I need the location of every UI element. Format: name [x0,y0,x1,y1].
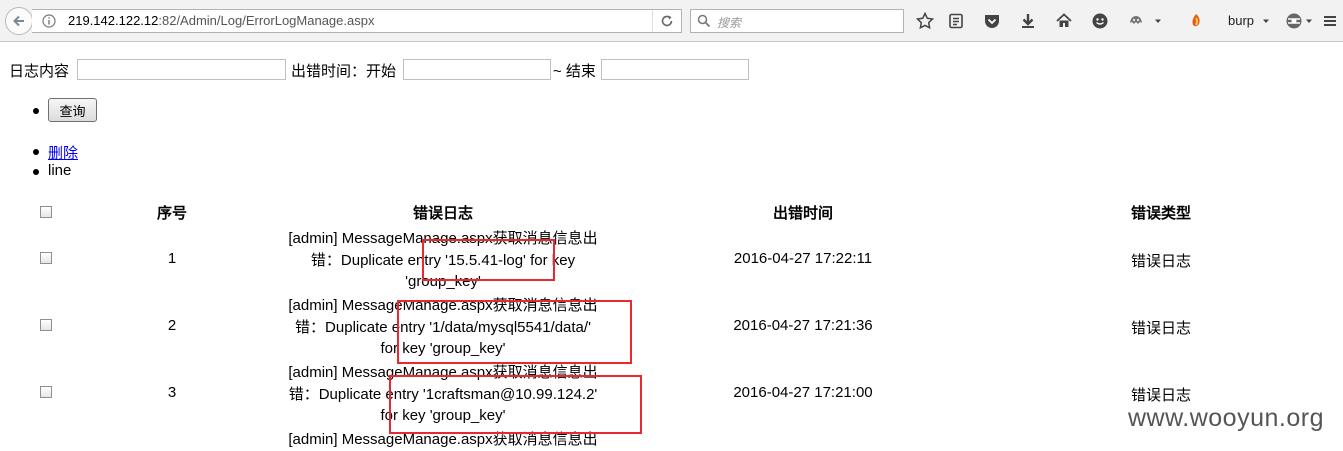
url-text[interactable]: 219.142.122.12:82/Admin/Log/ErrorLogMana… [68,13,374,28]
header-error-type: 错误类型 [1130,205,1191,222]
search-placeholder: 搜索 [717,16,742,30]
time-start-label: 出错时间：开始 [291,63,397,80]
log-content-label: 日志内容 [9,63,70,80]
header-error-log: 错误日志 [412,205,473,222]
time-start-input[interactable] [403,59,551,80]
highlight-box [397,300,632,364]
url-host: 219.142.122.12 [68,13,159,28]
query-button[interactable]: 查询 [48,98,97,122]
row-type: 错误日志 [1130,320,1191,337]
list-bullet [33,108,39,114]
back-arrow-icon [13,15,24,27]
row-index: 2 [167,317,177,334]
ghost-extension-icon[interactable] [1126,11,1146,31]
row-checkbox[interactable] [40,386,52,398]
address-bar[interactable]: 219.142.122.12:82/Admin/Log/ErrorLogMana… [32,9,682,33]
highlight-box [389,375,642,434]
list-bullet [33,149,39,155]
url-path: :82/Admin/Log/ErrorLogManage.aspx [158,13,375,28]
row-time: 2016-04-27 17:21:00 [733,384,873,401]
search-bar[interactable]: 搜索 [690,9,904,33]
time-end-input[interactable] [601,59,749,80]
time-end-label: ~ 结束 [553,63,596,80]
chevron-down-icon[interactable] [1260,11,1272,31]
row-index: 3 [167,384,177,401]
back-button[interactable] [5,7,33,35]
log-content-input[interactable] [77,59,286,80]
browser-toolbar: 219.142.122.12:82/Admin/Log/ErrorLogMana… [0,0,1343,42]
delete-link[interactable]: 删除 [48,142,78,163]
chevron-down-icon[interactable] [1303,11,1315,31]
search-icon [697,14,711,28]
hello-chat-icon[interactable] [1090,11,1110,31]
reload-button[interactable] [652,10,681,32]
bookmark-star-icon[interactable] [915,11,935,31]
list-bullet [33,169,39,175]
reading-list-icon[interactable] [946,11,966,31]
info-icon[interactable] [42,14,56,28]
pocket-icon[interactable] [982,11,1002,31]
home-icon[interactable] [1054,11,1074,31]
firebug-icon[interactable] [1186,11,1206,31]
error-log-page: 日志内容 出错时间：开始 ~ 结束 查询 删除 line 序号 错误日志 出错时… [0,42,1343,450]
download-icon[interactable] [1018,11,1038,31]
chevron-down-icon[interactable] [1152,11,1164,31]
row-index: 1 [167,250,177,267]
row-checkbox[interactable] [40,319,52,331]
header-index: 序号 [156,205,187,222]
watermark: www.wooyun.org [1128,404,1324,432]
row-type: 错误日志 [1130,387,1191,404]
highlight-box [422,239,555,281]
row-type: 错误日志 [1130,253,1191,270]
menu-icon[interactable] [1320,11,1340,31]
row-checkbox[interactable] [40,252,52,264]
row-time: 2016-04-27 17:21:36 [733,317,873,334]
proxy-switch-icon[interactable] [1284,11,1304,31]
burp-proxy-label[interactable]: burp [1228,13,1254,28]
header-error-time: 出错时间 [772,205,833,222]
row-time: 2016-04-27 17:22:11 [733,250,873,267]
select-all-checkbox[interactable] [40,206,52,218]
line-item: line [48,162,72,179]
reload-icon [661,15,673,27]
